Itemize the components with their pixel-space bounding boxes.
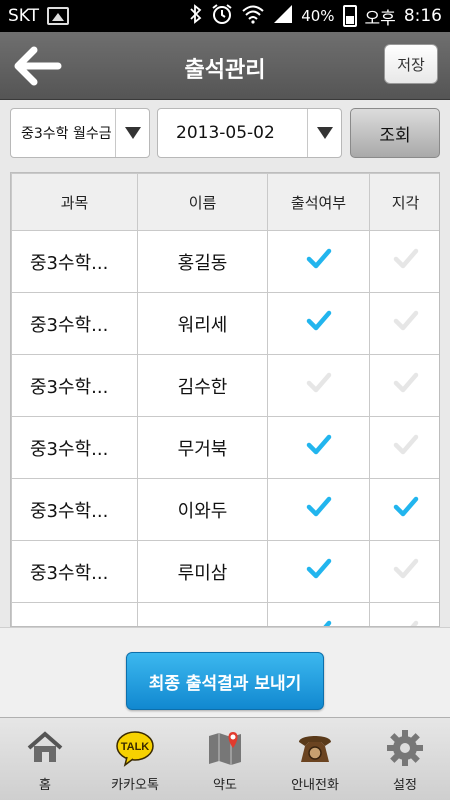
late-checkbox[interactable] [369, 540, 439, 603]
nav-item-phone[interactable]: 안내전화 [270, 718, 360, 800]
column-header-subject: 과목 [11, 173, 138, 231]
back-button[interactable] [14, 46, 62, 86]
name-cell: 무거북 [137, 416, 268, 479]
name-cell: 홍길동 [137, 230, 268, 293]
table-row [11, 602, 439, 626]
table-row: 중3수학... 김수한 [11, 354, 439, 417]
column-header-name: 이름 [137, 173, 268, 231]
name-cell: 워리세 [137, 292, 268, 355]
name-cell: 이와두 [137, 478, 268, 541]
send-area: 최종 출석결과 보내기 [0, 627, 450, 717]
checkmark-icon [306, 372, 332, 401]
date-select-value: 2013-05-02 [176, 123, 275, 143]
alarm-icon [211, 3, 233, 30]
app-header: 출석관리 저장 [0, 32, 450, 100]
carrier-label: SKT [8, 6, 40, 26]
phone-icon [299, 736, 331, 762]
back-arrow-icon [14, 46, 62, 86]
checkmark-icon [393, 558, 419, 587]
wifi-icon [241, 4, 265, 29]
class-select-value: 중3수학 월수금 [21, 126, 112, 142]
nav-item-settings[interactable]: 설정 [360, 718, 450, 800]
checkmark-icon [393, 372, 419, 401]
name-cell [137, 602, 268, 626]
attendance-checkbox[interactable] [267, 416, 370, 479]
nav-item-home[interactable]: 홈 [0, 718, 90, 800]
page-title: 출석관리 [184, 58, 266, 83]
battery-percent: 40% [301, 7, 335, 25]
save-button[interactable]: 저장 [384, 44, 438, 84]
table-row: 중3수학... 루미삼 [11, 540, 439, 603]
checkmark-icon [306, 248, 332, 277]
home-icon [27, 731, 63, 762]
kakaotalk-icon: TALK [116, 731, 154, 767]
nav-label-home: 홈 [39, 778, 51, 793]
checkmark-icon [393, 248, 419, 277]
checkmark-icon [393, 496, 419, 525]
bluetooth-icon [189, 3, 203, 29]
ampm-label: 오후 [364, 8, 396, 29]
late-checkbox[interactable] [369, 230, 439, 293]
attendance-checkbox[interactable] [267, 292, 370, 355]
late-checkbox[interactable] [369, 354, 439, 417]
subject-cell: 중3수학... [11, 292, 138, 355]
attendance-checkbox[interactable] [267, 478, 370, 541]
subject-cell: 중3수학... [11, 354, 138, 417]
table-row: 중3수학... 워리세 [11, 292, 439, 355]
battery-icon [342, 5, 357, 27]
checkmark-icon [306, 496, 332, 525]
name-cell: 김수한 [137, 354, 268, 417]
status-bar: SKT 40% 오후 8:16 [0, 0, 450, 32]
nav-item-kakaotalk[interactable]: TALK 카카오톡 [90, 718, 180, 800]
nav-label-kakaotalk: 카카오톡 [111, 778, 159, 793]
nav-label-settings: 설정 [393, 778, 417, 793]
subject-cell [11, 602, 138, 626]
dropdown-arrow-icon [307, 109, 341, 157]
table-row: 중3수학... 홍길동 [11, 230, 439, 293]
clock: 8:16 [403, 6, 442, 26]
checkmark-icon [306, 310, 332, 339]
column-header-late: 지각 [369, 173, 439, 231]
map-icon [209, 732, 241, 765]
subject-cell: 중3수학... [11, 478, 138, 541]
late-checkbox[interactable] [369, 478, 439, 541]
attendance-checkbox[interactable] [267, 354, 370, 417]
svg-text:TALK: TALK [121, 741, 150, 753]
image-notification-icon [47, 7, 70, 25]
attendance-checkbox[interactable] [267, 230, 370, 293]
attendance-checkbox[interactable] [267, 540, 370, 603]
nav-label-phone: 안내전화 [291, 778, 339, 793]
late-checkbox[interactable] [369, 292, 439, 355]
column-header-attendance: 출석여부 [267, 173, 370, 231]
name-cell: 루미삼 [137, 540, 268, 603]
table-row: 중3수학... 무거북 [11, 416, 439, 479]
nav-label-map: 약도 [213, 778, 237, 793]
gear-icon [387, 730, 423, 766]
date-select[interactable]: 2013-05-02 [157, 108, 342, 158]
attendance-table[interactable]: 과목 이름 출석여부 지각 중3수학... 홍길동 중3수학... 워리세 중3수학..… [10, 172, 440, 627]
table-header-row: 과목 이름 출석여부 지각 [11, 173, 439, 231]
checkmark-icon [393, 434, 419, 463]
table-row: 중3수학... 이와두 [11, 478, 439, 541]
search-button[interactable]: 조회 [350, 108, 440, 158]
nav-item-map[interactable]: 약도 [180, 718, 270, 800]
late-checkbox[interactable] [369, 416, 439, 479]
subject-cell: 중3수학... [11, 416, 138, 479]
subject-cell: 중3수학... [11, 540, 138, 603]
class-select[interactable]: 중3수학 월수금 [10, 108, 150, 158]
checkmark-icon [306, 434, 332, 463]
dropdown-arrow-icon [115, 109, 149, 157]
checkmark-icon [306, 558, 332, 587]
send-final-result-button[interactable]: 최종 출석결과 보내기 [126, 652, 324, 710]
bottom-nav: 홈 TALK 카카오톡 약도 안내전화 설정 [0, 717, 450, 800]
filter-bar: 중3수학 월수금 2013-05-02 조회 [10, 108, 440, 158]
checkmark-icon [393, 310, 419, 339]
signal-icon [273, 4, 293, 29]
attendance-checkbox[interactable] [267, 602, 370, 626]
subject-cell: 중3수학... [11, 230, 138, 293]
late-checkbox[interactable] [369, 602, 439, 626]
